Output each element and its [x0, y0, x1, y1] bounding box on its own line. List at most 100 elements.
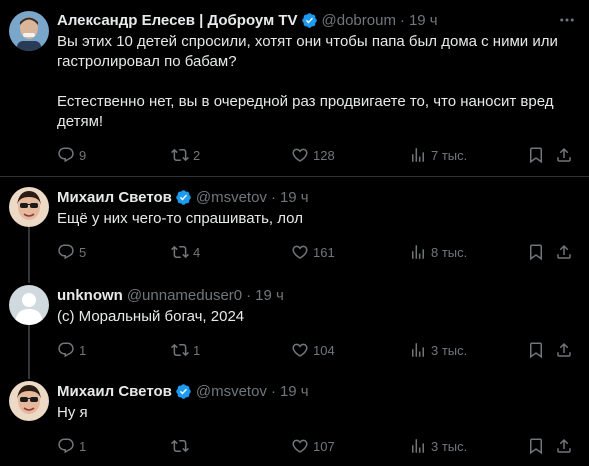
tweet-2[interactable]: Михаил Светов @msvetov · 19 ч Ещё у них … [0, 177, 589, 273]
like-button[interactable]: 128 [291, 145, 335, 165]
verified-badge-icon [176, 383, 191, 399]
avatar-dobroum[interactable] [9, 11, 49, 51]
like-count: 128 [313, 147, 335, 163]
views-icon [412, 148, 424, 162]
reply-count: 1 [79, 342, 87, 358]
retweet-button[interactable]: 4 [171, 242, 200, 262]
views-count: 3 тыс. [431, 342, 468, 358]
share-button[interactable] [555, 340, 573, 360]
share-icon [557, 244, 571, 259]
tweet-text-line: Ещё у них чего-то спрашивать, лол [57, 210, 303, 227]
author-name[interactable]: Михаил Светов [57, 383, 172, 400]
tweet-header: Александр Елесев | Доброум TV @dobroum ·… [57, 10, 438, 30]
share-button[interactable] [555, 242, 573, 262]
author-name[interactable]: unknown [57, 287, 123, 304]
author-name[interactable]: Михаил Светов [57, 189, 172, 206]
retweet-count: 1 [193, 342, 201, 358]
like-icon [292, 245, 308, 259]
timestamp[interactable]: 19 ч [409, 12, 438, 29]
author-handle[interactable]: @msvetov [196, 189, 267, 206]
avatar-unnameduser0[interactable] [9, 285, 49, 325]
views-count: 8 тыс. [431, 244, 468, 260]
author-handle[interactable]: @unnameduser0 [127, 287, 242, 304]
share-button[interactable] [555, 145, 573, 165]
author-handle[interactable]: @msvetov [196, 383, 267, 400]
views-button[interactable]: 3 тыс. [409, 436, 467, 456]
bookmark-button[interactable] [527, 145, 545, 165]
tweet-header: unknown @unnameduser0 · 19 ч [57, 285, 284, 305]
tweet-4[interactable]: Михаил Светов @msvetov · 19 ч Ну я 1 107… [0, 369, 589, 466]
tweet-1[interactable]: Александр Елесев | Доброум TV @dobroum ·… [0, 0, 589, 176]
retweet-button[interactable]: 2 [171, 145, 200, 165]
like-count: 107 [313, 438, 335, 454]
like-icon [292, 148, 308, 162]
views-button[interactable]: 3 тыс. [409, 340, 467, 360]
separator-dot: · [246, 286, 252, 304]
views-count: 7 тыс. [431, 147, 468, 163]
timestamp[interactable]: 19 ч [280, 189, 309, 206]
views-button[interactable]: 8 тыс. [409, 242, 467, 262]
verified-badge-icon [301, 12, 317, 28]
reply-button[interactable]: 1 [57, 340, 86, 360]
views-count: 3 тыс. [431, 438, 468, 454]
bookmark-button[interactable] [527, 242, 545, 262]
reply-icon [58, 342, 74, 358]
tweet-text: Ну я [57, 403, 572, 423]
like-button[interactable]: 104 [291, 340, 335, 360]
share-icon [557, 147, 571, 162]
avatar-msvetov[interactable] [9, 187, 49, 227]
reply-count: 9 [79, 147, 87, 163]
thread-line [28, 369, 30, 379]
reply-count: 5 [79, 244, 87, 260]
retweet-icon [171, 245, 189, 259]
tweet-text: Ещё у них чего-то спрашивать, лол [57, 209, 572, 229]
like-button[interactable]: 107 [291, 436, 335, 456]
retweet-button[interactable] [171, 436, 193, 456]
views-icon [412, 439, 424, 453]
reply-button[interactable]: 9 [57, 145, 86, 165]
share-button[interactable] [555, 436, 573, 456]
tweet-text: Вы этих 10 детей спросили, хотят они что… [57, 32, 572, 132]
verified-badge-icon [176, 189, 191, 205]
tweet-actions: 1 1 104 3 тыс. [57, 340, 577, 360]
like-icon [292, 343, 308, 357]
like-count: 161 [313, 244, 335, 260]
retweet-count: 2 [193, 147, 201, 163]
share-icon [557, 342, 571, 357]
thread-line [28, 273, 30, 283]
reply-icon [58, 147, 74, 163]
retweet-icon [171, 148, 189, 162]
retweet-icon [171, 439, 189, 453]
timestamp[interactable]: 19 ч [280, 383, 309, 400]
reply-count: 1 [79, 438, 87, 454]
bookmark-icon [530, 244, 542, 261]
share-icon [557, 438, 571, 453]
views-icon [412, 245, 424, 259]
reply-button[interactable]: 5 [57, 242, 86, 262]
more-icon[interactable] [557, 10, 577, 30]
reply-button[interactable]: 1 [57, 436, 86, 456]
tweet-actions: 5 4 161 8 тыс. [57, 242, 577, 262]
like-button[interactable]: 161 [291, 242, 335, 262]
avatar-msvetov[interactable] [9, 381, 49, 421]
like-count: 104 [313, 342, 335, 358]
tweet-text-line: (с) Моральный богач, 2024 [57, 308, 245, 325]
author-handle[interactable]: @dobroum [322, 12, 396, 29]
reply-icon [58, 244, 74, 260]
retweet-button[interactable]: 1 [171, 340, 200, 360]
bookmark-button[interactable] [527, 436, 545, 456]
separator-dot: · [270, 382, 276, 400]
bookmark-icon [530, 342, 542, 359]
views-icon [412, 343, 424, 357]
bookmark-button[interactable] [527, 340, 545, 360]
tweet-3[interactable]: unknown @unnameduser0 · 19 ч (с) Моральн… [0, 273, 589, 369]
timestamp[interactable]: 19 ч [255, 287, 284, 304]
tweet-text-line: Вы этих 10 детей спросили, хотят они что… [57, 33, 558, 70]
views-button[interactable]: 7 тыс. [409, 145, 467, 165]
retweet-count: 4 [193, 244, 201, 260]
reply-icon [58, 438, 74, 454]
thread-line [28, 227, 30, 273]
tweet-text: (с) Моральный богач, 2024 [57, 307, 572, 327]
author-name[interactable]: Александр Елесев | Доброум TV [57, 12, 298, 29]
tweet-actions: 9 2 128 7 тыс. [57, 145, 577, 165]
